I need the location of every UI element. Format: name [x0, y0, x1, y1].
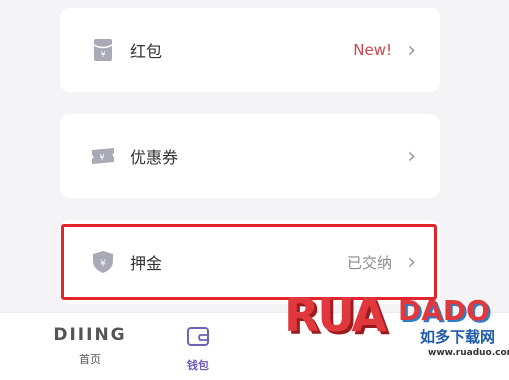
- svg-text:¥: ¥: [100, 50, 105, 59]
- svg-text:¥: ¥: [100, 259, 106, 269]
- tab-home[interactable]: DIIING 首页: [40, 325, 140, 367]
- tab-wallet[interactable]: 钱包: [148, 325, 248, 373]
- watermark-dado: DADO: [398, 294, 490, 327]
- list-item-coupons[interactable]: ¥ 优惠券 ›: [60, 114, 440, 198]
- row-label: 押金: [130, 254, 163, 273]
- row-label: 红包: [130, 42, 163, 61]
- brand-logo: DIIING: [53, 325, 127, 345]
- row-label: 优惠券: [130, 148, 179, 167]
- tab-label: 首页: [79, 353, 101, 366]
- watermark-url: www.ruaduo.com: [428, 348, 509, 358]
- watermark-site-name: 如多下载网: [420, 328, 496, 346]
- deposit-status: 已交纳: [346, 253, 392, 272]
- svg-text:¥: ¥: [99, 153, 104, 162]
- red-envelope-icon: ¥: [90, 37, 116, 63]
- chevron-right-icon: ›: [407, 37, 416, 63]
- watermark-rua: RUA: [284, 288, 387, 342]
- wallet-icon: [186, 325, 210, 351]
- chevron-right-icon: ›: [407, 249, 416, 275]
- chevron-right-icon: ›: [407, 143, 416, 169]
- watermark: RUA DADO 如多下载网 www.ruaduo.com: [280, 288, 509, 378]
- tab-label: 钱包: [187, 359, 209, 372]
- shield-yen-icon: ¥: [90, 249, 116, 275]
- new-badge: New!: [353, 41, 392, 59]
- coupon-ticket-icon: ¥: [90, 143, 116, 169]
- list-item-red-packet[interactable]: ¥ 红包 New! ›: [60, 8, 440, 92]
